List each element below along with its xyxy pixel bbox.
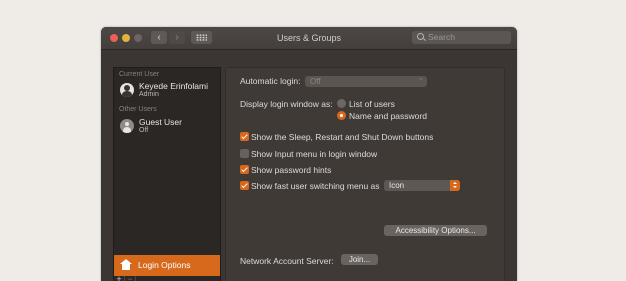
display-login-label: Display login window as: xyxy=(240,99,333,109)
user-role: Admin xyxy=(139,91,159,98)
radio-list-of-users[interactable] xyxy=(337,99,346,108)
network-account-server-label: Network Account Server: xyxy=(240,256,334,266)
current-user-label: Current User xyxy=(119,71,160,78)
users-groups-window: ‹ › Users & Groups Search Current User K… xyxy=(101,27,517,281)
checkbox-fast-user-switching[interactable] xyxy=(240,181,249,190)
automatic-login-label: Automatic login: xyxy=(240,76,301,86)
house-icon xyxy=(120,259,132,271)
accessibility-options-button[interactable]: Accessibility Options... xyxy=(384,225,487,236)
radio-list-label: List of users xyxy=(349,99,395,109)
checkbox-label: Show the Sleep, Restart and Shut Down bu… xyxy=(251,132,434,142)
checkbox-password-hints[interactable] xyxy=(240,165,249,174)
user-role: Off xyxy=(139,127,149,134)
login-options-panel: Automatic login: Off ⌃ Display login win… xyxy=(225,67,505,281)
checkbox-input-menu[interactable] xyxy=(240,149,249,158)
login-options-item[interactable]: Login Options xyxy=(114,255,220,276)
user-name: Guest User xyxy=(139,117,182,127)
user-name: Keyede Erinfolami xyxy=(139,81,208,91)
automatic-login-value: Off xyxy=(310,77,321,86)
join-button[interactable]: Join... xyxy=(341,254,378,265)
other-users-label: Other Users xyxy=(119,106,157,113)
login-options-label: Login Options xyxy=(138,260,191,270)
checkbox-label: Show Input menu in login window xyxy=(251,149,378,159)
avatar xyxy=(120,83,134,97)
automatic-login-popup[interactable]: Off ⌃ xyxy=(305,76,427,87)
checkbox-sleep-restart[interactable] xyxy=(240,132,249,141)
guest-icon xyxy=(120,119,134,133)
users-sidebar: Current User Keyede Erinfolami Admin Oth… xyxy=(113,67,221,281)
checkbox-label: Show password hints xyxy=(251,165,332,175)
sidebar-user-keyede[interactable]: Keyede Erinfolami Admin xyxy=(114,79,220,101)
search-field[interactable]: Search xyxy=(412,31,511,44)
remove-user-button[interactable]: − xyxy=(125,275,136,281)
chevron-updown-icon: ⌃ xyxy=(418,78,424,85)
search-placeholder: Search xyxy=(428,32,455,42)
search-icon xyxy=(417,33,424,40)
title-bar: ‹ › Users & Groups Search xyxy=(101,27,517,50)
sidebar-toolbar: + − xyxy=(114,275,220,281)
radio-name-label: Name and password xyxy=(349,111,427,121)
radio-name-and-password[interactable] xyxy=(337,111,346,120)
chevron-updown-icon xyxy=(450,180,460,191)
sidebar-user-guest[interactable]: Guest User Off xyxy=(114,115,220,137)
add-user-button[interactable]: + xyxy=(114,275,125,281)
fast-switch-value: Icon xyxy=(389,181,405,190)
checkbox-label: Show fast user switching menu as xyxy=(251,181,380,191)
fast-switch-popup[interactable]: Icon xyxy=(384,180,460,191)
